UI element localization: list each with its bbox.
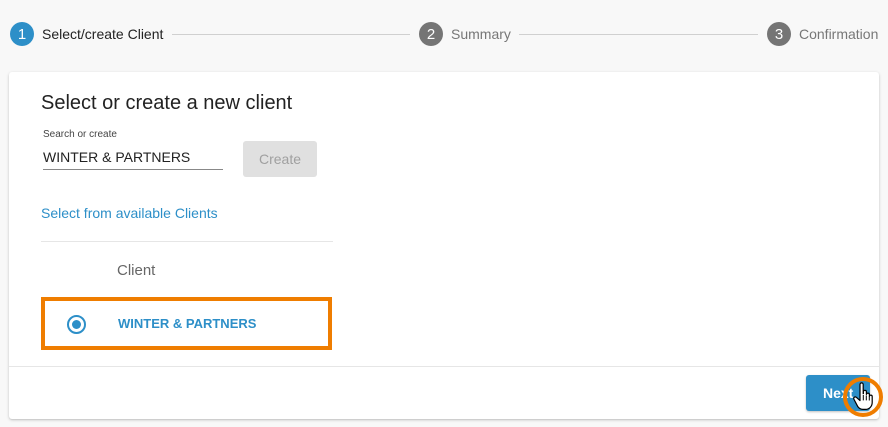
step-number-circle: 3 (767, 22, 791, 46)
step-number-circle: 2 (419, 22, 443, 46)
search-label: Search or create (43, 129, 117, 140)
row-highlight-box (41, 297, 332, 350)
step-number-circle: 1 (10, 22, 34, 46)
hand-pointer-icon (853, 382, 873, 410)
step-label: Select/create Client (42, 26, 164, 42)
available-clients-link[interactable]: Select from available Clients (41, 205, 218, 221)
stepper: 1 Select/create Client 2 Summary 3 Confi… (0, 0, 888, 68)
table-divider (41, 241, 333, 242)
step-label: Summary (451, 26, 511, 42)
footer-divider (9, 366, 879, 367)
search-input[interactable] (43, 144, 223, 170)
step-confirmation[interactable]: 3 Confirmation (767, 22, 878, 46)
step-connector (519, 34, 758, 35)
client-card: Select or create a new client Search or … (9, 72, 879, 419)
column-header-client: Client (117, 262, 156, 279)
step-connector (172, 34, 410, 35)
step-label: Confirmation (799, 26, 879, 42)
step-summary[interactable]: 2 Summary (419, 22, 511, 46)
create-button[interactable]: Create (243, 141, 317, 177)
card-title: Select or create a new client (41, 92, 293, 114)
step-select-create-client[interactable]: 1 Select/create Client (10, 22, 163, 46)
